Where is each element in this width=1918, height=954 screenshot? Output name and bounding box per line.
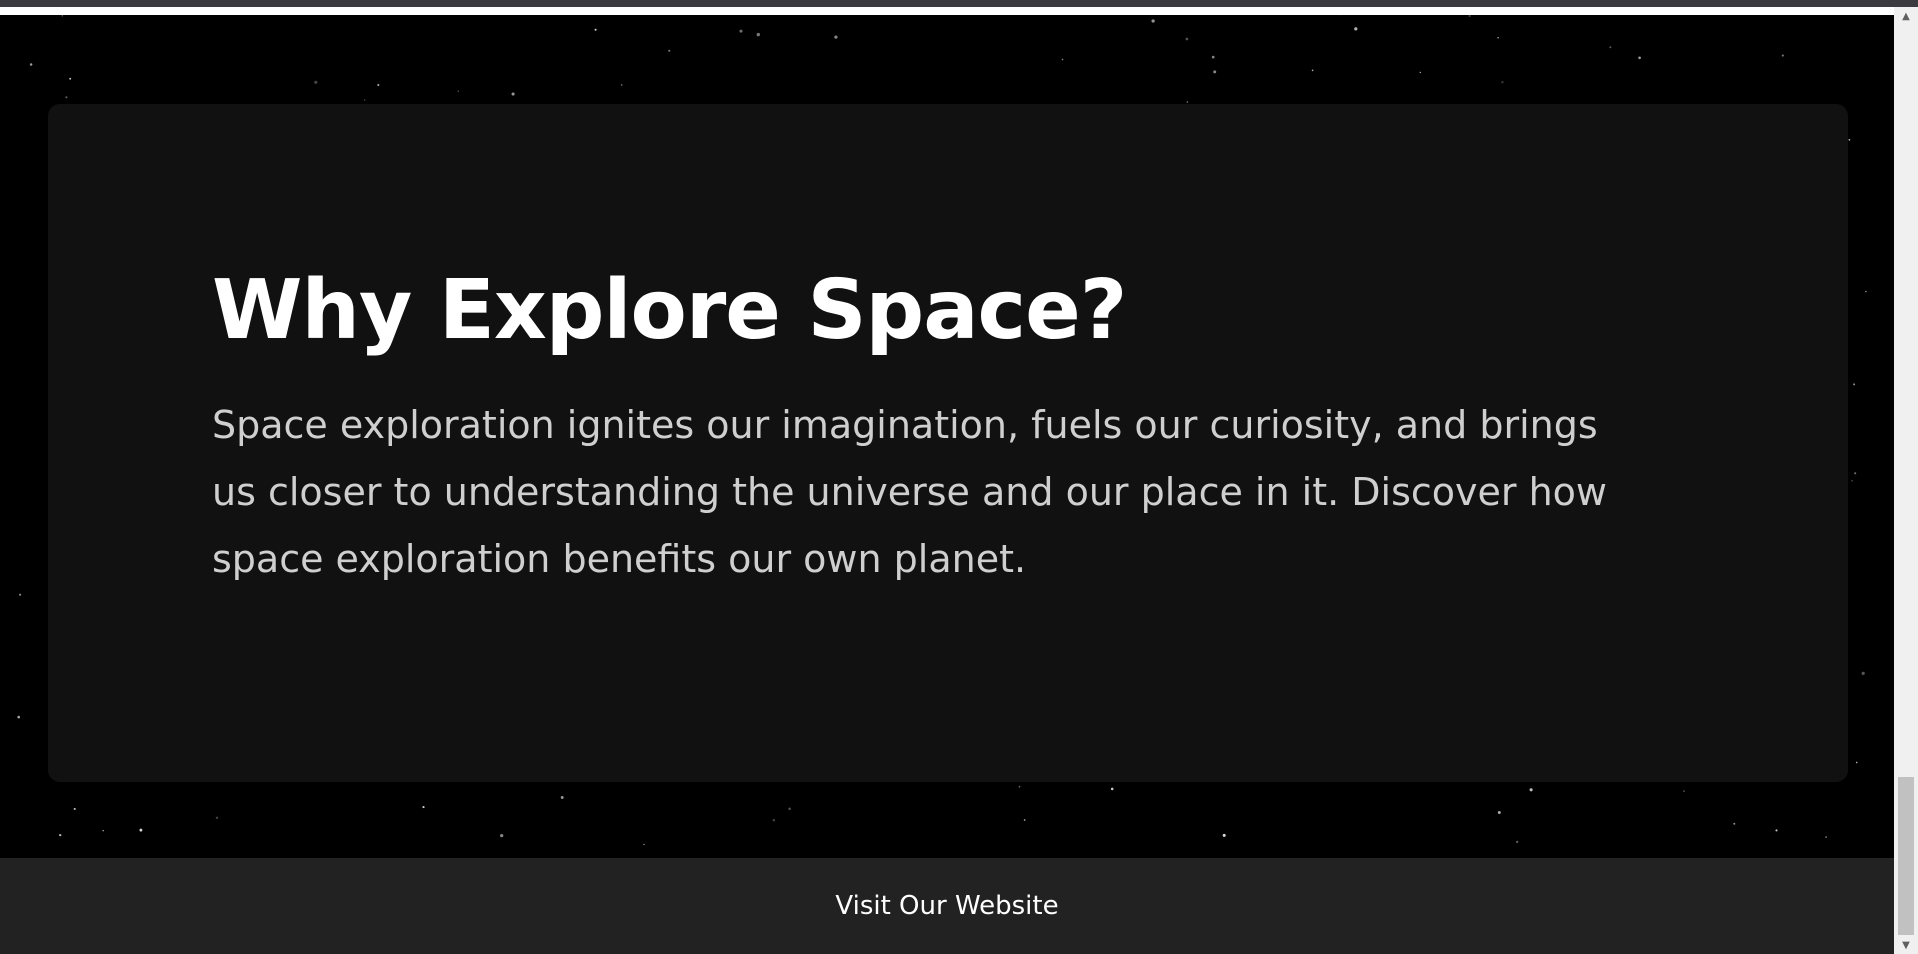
star-dot: [1468, 14, 1471, 18]
site-footer: Visit Our Website: [0, 858, 1894, 954]
star-dot: [17, 715, 20, 719]
vertical-scrollbar[interactable]: ▲ ▼: [1894, 7, 1918, 954]
star-dot: [1825, 836, 1827, 838]
star-dot: [1185, 37, 1189, 41]
scroll-down-arrow-icon[interactable]: ▼: [1894, 936, 1918, 954]
star-dot: [69, 77, 72, 80]
star-dot: [1781, 54, 1784, 57]
star-dot: [1501, 81, 1504, 84]
star-dot: [511, 92, 515, 96]
star-dot: [1683, 790, 1685, 792]
star-dot: [1609, 46, 1612, 49]
star-dot: [1855, 761, 1858, 764]
star-dot: [377, 83, 380, 87]
star-dot: [1354, 27, 1358, 31]
star-dot: [1211, 55, 1215, 59]
page-viewport: Why Explore Space? Space exploration ign…: [0, 0, 1894, 954]
star-dot: [1638, 56, 1641, 60]
star-dot: [620, 83, 623, 86]
star-dot: [739, 29, 743, 33]
star-dot: [834, 35, 838, 39]
star-dot: [65, 96, 68, 99]
star-dot: [1529, 788, 1533, 792]
star-dot: [19, 593, 22, 596]
star-dot: [788, 807, 791, 811]
hero-description: Space exploration ignites our imaginatio…: [212, 403, 1607, 581]
star-dot: [1497, 811, 1501, 814]
star-dot: [1222, 833, 1226, 837]
star-dot: [1516, 840, 1519, 844]
hero-title: Why Explore Space?: [212, 263, 1127, 358]
star-dot: [1853, 383, 1856, 386]
star-dot: [1110, 787, 1114, 791]
star-dot: [1851, 480, 1853, 482]
star-dot: [59, 833, 62, 837]
star-dot: [1861, 671, 1865, 676]
star-dot: [1018, 785, 1021, 788]
page-top-strip: [0, 7, 1894, 15]
star-dot: [643, 843, 645, 846]
star-dot: [1061, 58, 1064, 61]
star-dot: [668, 49, 671, 52]
star-dot: [1023, 819, 1026, 821]
star-dot: [756, 32, 760, 37]
star-dot: [1419, 71, 1421, 74]
star-dot: [1854, 472, 1857, 475]
star-dot: [772, 818, 776, 822]
star-dot: [215, 816, 219, 820]
star-dot: [363, 99, 366, 101]
star-dot: [102, 829, 104, 832]
visit-website-link[interactable]: Visit Our Website: [835, 891, 1058, 921]
star-dot: [1848, 138, 1851, 141]
star-dot: [1151, 19, 1155, 23]
scrollbar-thumb[interactable]: [1898, 777, 1914, 935]
star-dot: [1865, 290, 1867, 293]
star-dot: [1213, 70, 1217, 74]
star-dot: [500, 834, 504, 838]
star-dot: [457, 90, 459, 92]
star-dot: [560, 796, 564, 799]
star-dot: [139, 828, 143, 832]
star-dot: [1311, 69, 1314, 72]
star-dot: [61, 15, 64, 17]
scroll-up-arrow-icon[interactable]: ▲: [1894, 7, 1918, 25]
star-dot: [422, 806, 425, 809]
window-top-border: [0, 0, 1918, 7]
star-dot: [1497, 37, 1499, 39]
star-dot: [1775, 829, 1778, 832]
star-dot: [1186, 101, 1189, 103]
star-dot: [29, 63, 33, 66]
star-dot: [1733, 822, 1736, 825]
star-dot: [314, 80, 318, 84]
star-dot: [73, 807, 76, 810]
star-dot: [594, 28, 597, 31]
